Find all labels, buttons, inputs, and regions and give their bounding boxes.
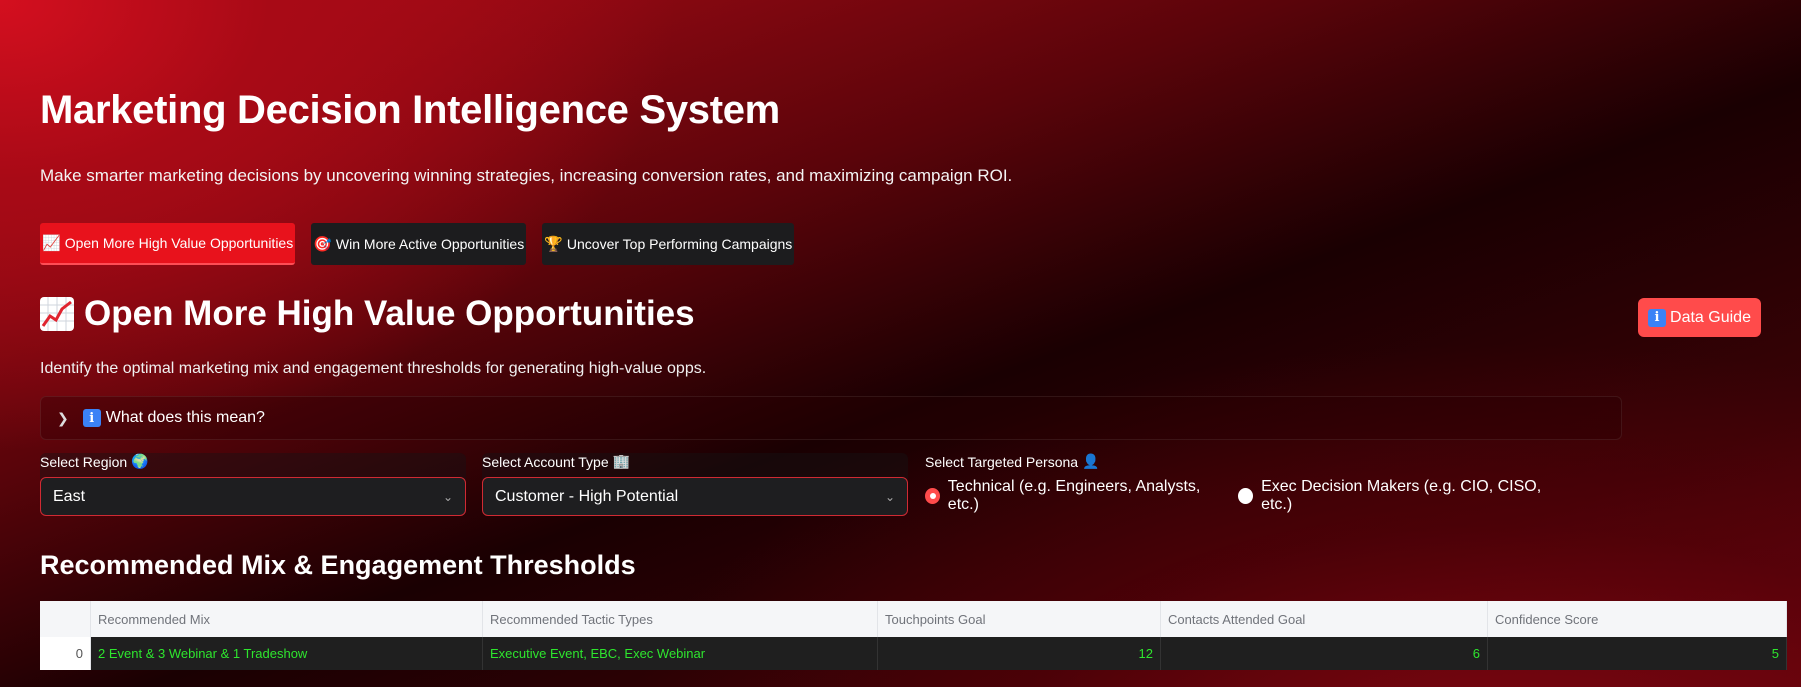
persona-radio-group: Technical (e.g. Engineers, Analysts, etc…: [925, 478, 1553, 514]
what-does-this-mean-expander[interactable]: ❯ i What does this mean?: [40, 396, 1622, 440]
cell-touchpoints: 12: [877, 637, 1161, 670]
tab-bar: 📈 Open More High Value Opportunities 🎯 W…: [40, 223, 795, 265]
region-filter: Select Region 🌍 East ⌄: [40, 453, 466, 516]
chevron-down-icon: ⌄: [884, 489, 895, 504]
cell-confidence: 5: [1487, 637, 1787, 670]
chart-increasing-icon: 📈: [42, 235, 61, 252]
table-header-row: Recommended Mix Recommended Tactic Types…: [40, 601, 1787, 637]
region-select[interactable]: East ⌄: [40, 477, 466, 516]
target-icon: 🎯: [313, 236, 332, 253]
row-index: 0: [40, 637, 91, 670]
page-subtitle: Make smarter marketing decisions by unco…: [40, 166, 1013, 185]
account-type-filter: Select Account Type 🏢 Customer - High Po…: [482, 453, 908, 516]
region-label: Select Region 🌍: [40, 453, 149, 470]
tab-win-active[interactable]: 🎯 Win More Active Opportunities: [311, 223, 527, 265]
info-icon: i: [82, 409, 101, 427]
chevron-down-icon: ⌄: [442, 489, 453, 504]
data-guide-label: Data Guide: [1670, 308, 1751, 326]
column-header[interactable]: Recommended Tactic Types: [482, 601, 878, 637]
column-header[interactable]: Recommended Mix: [90, 601, 483, 637]
office-building-icon: 🏢: [612, 453, 631, 469]
cell-contacts: 6: [1160, 637, 1488, 670]
tab-label: Open More High Value Opportunities: [64, 235, 294, 251]
persona-filter: Select Targeted Persona 👤 Technical (e.g…: [925, 453, 1553, 513]
tab-label: Win More Active Opportunities: [335, 236, 525, 252]
info-icon: i: [1648, 308, 1667, 327]
account-type-value: Customer - High Potential: [495, 487, 679, 505]
chart-increasing-icon: [40, 297, 74, 331]
persona-technical-radio[interactable]: Technical (e.g. Engineers, Analysts, etc…: [925, 478, 1214, 514]
region-value: East: [53, 487, 86, 505]
column-header[interactable]: Touchpoints Goal: [877, 601, 1161, 637]
section-title-text: Open More High Value Opportunities: [84, 294, 695, 333]
globe-icon: 🌍: [131, 453, 149, 469]
column-header[interactable]: Confidence Score: [1487, 601, 1787, 637]
account-type-select[interactable]: Customer - High Potential ⌄: [482, 477, 908, 516]
cell-mix: 2 Event & 3 Webinar & 1 Tradeshow: [90, 637, 483, 670]
expander-label: What does this mean?: [105, 409, 265, 426]
table-title: Recommended Mix & Engagement Thresholds: [40, 550, 636, 580]
data-guide-button[interactable]: i Data Guide: [1638, 298, 1761, 337]
chevron-right-icon: ❯: [57, 409, 69, 426]
tab-label: Uncover Top Performing Campaigns: [566, 236, 793, 252]
radio-selected-icon: [925, 488, 940, 504]
persona-label: Select Targeted Persona 👤: [925, 453, 1100, 470]
page-title: Marketing Decision Intelligence System: [40, 88, 780, 132]
section-title: Open More High Value Opportunities: [40, 294, 695, 334]
column-header[interactable]: Contacts Attended Goal: [1160, 601, 1488, 637]
index-header: [40, 601, 91, 637]
cell-tactics: Executive Event, EBC, Exec Webinar: [482, 637, 878, 670]
section-description: Identify the optimal marketing mix and e…: [40, 360, 707, 377]
tab-open-high-value[interactable]: 📈 Open More High Value Opportunities: [40, 223, 296, 265]
account-type-label: Select Account Type 🏢: [482, 453, 631, 470]
recommendations-table: Recommended Mix Recommended Tactic Types…: [40, 601, 1787, 670]
persona-exec-radio[interactable]: Exec Decision Makers (e.g. CIO, CISO, et…: [1238, 478, 1553, 514]
trophy-icon: 🏆: [544, 236, 563, 253]
person-icon: 👤: [1082, 453, 1100, 469]
radio-unselected-icon: [1238, 488, 1254, 504]
table-row[interactable]: 0 2 Event & 3 Webinar & 1 Tradeshow Exec…: [40, 637, 1787, 670]
tab-top-campaigns[interactable]: 🏆 Uncover Top Performing Campaigns: [542, 223, 795, 265]
